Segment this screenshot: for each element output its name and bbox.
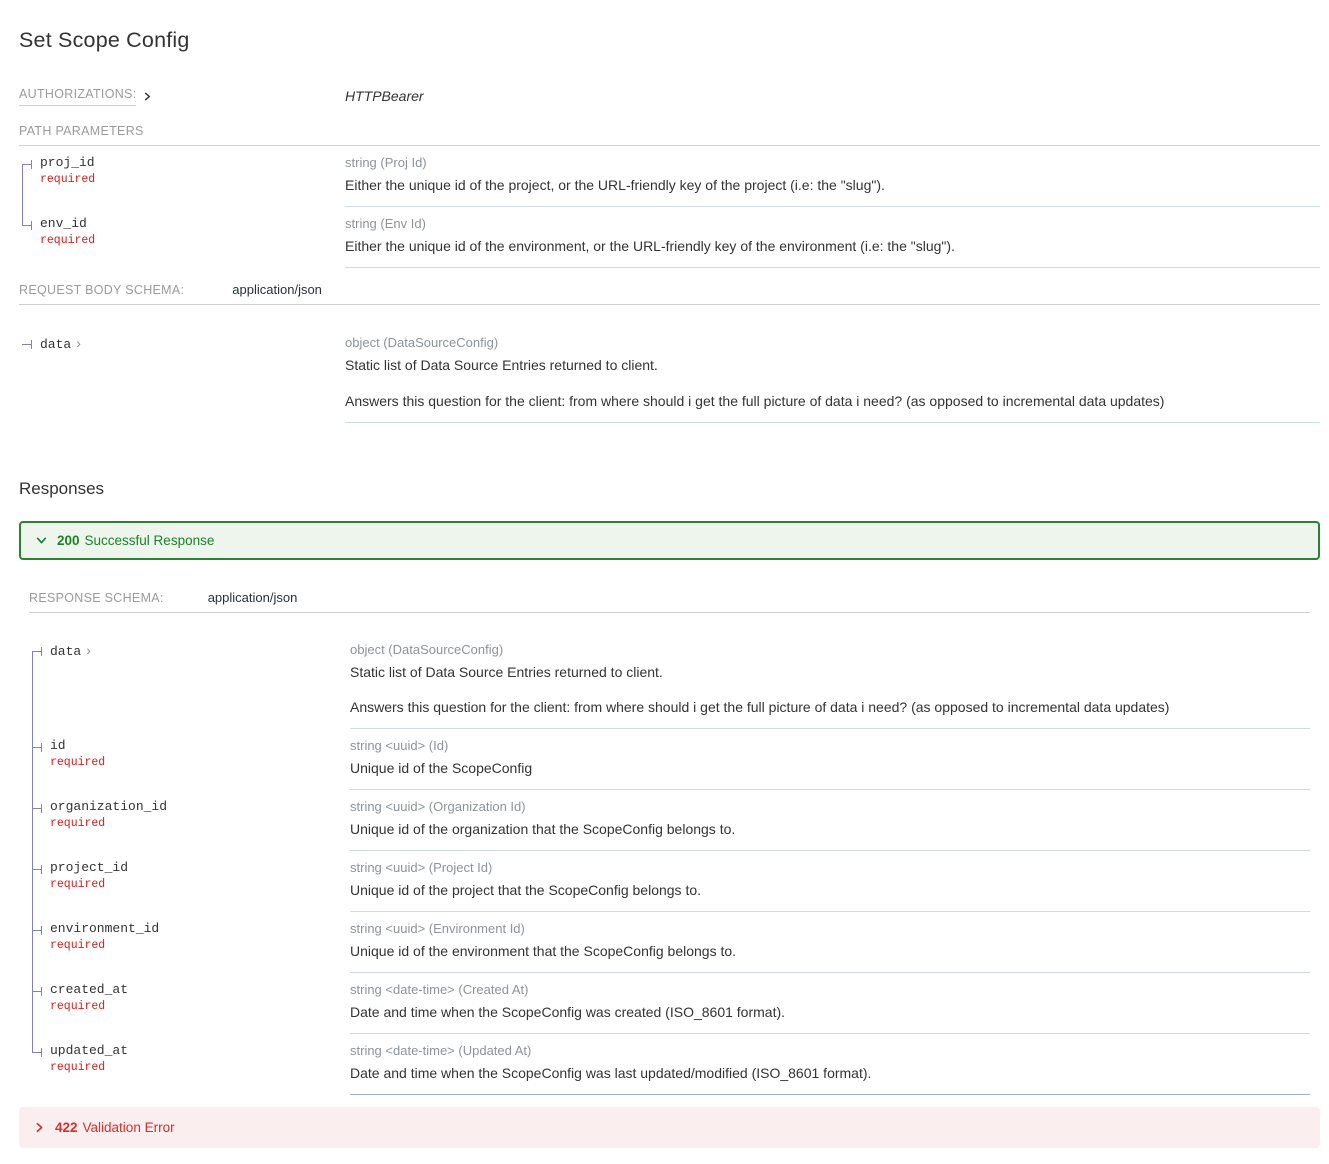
path-parameters-table: proj_id required string (Proj Id) Either… (19, 146, 1320, 268)
request-body-schema-header: REQUEST BODY SCHEMA: application/json (19, 282, 1320, 305)
param-row-env-id: env_id required string (Env Id) Either t… (19, 207, 1320, 268)
response-schema-header: RESPONSE SCHEMA: application/json (29, 590, 1310, 613)
tree-connector (22, 344, 32, 345)
chevron-down-icon (35, 534, 48, 547)
field-description: Static list of Data Source Entries retur… (345, 356, 1320, 375)
chevron-right-icon (33, 1121, 46, 1134)
required-badge: required (50, 817, 340, 830)
resp-row-project-id: project_id required string <uuid> (Proje… (29, 851, 1310, 912)
authorizations-row: AUTHORIZATIONS: HTTPBearer (19, 87, 1320, 106)
field-description: Static list of Data Source Entries retur… (350, 663, 1310, 682)
field-description: Either the unique id of the environment,… (345, 237, 1320, 256)
page-title: Set Scope Config (19, 28, 1320, 53)
response-label: Validation Error (83, 1120, 175, 1135)
field-type: string <date-time> (Created At) (350, 982, 1310, 997)
field-type: string (Env Id) (345, 216, 1320, 231)
required-badge: required (50, 756, 340, 769)
tree-connector (32, 651, 42, 652)
field-name: updated_at (50, 1043, 340, 1058)
chevron-right-icon[interactable] (142, 91, 153, 102)
field-description: Unique id of the organization that the S… (350, 820, 1310, 839)
tree-connector (32, 1052, 42, 1053)
field-type: string <uuid> (Project Id) (350, 860, 1310, 875)
field-type: string <uuid> (Organization Id) (350, 799, 1310, 814)
response-content-type: application/json (208, 590, 298, 605)
resp-row-updated-at: updated_at required string <date-time> (… (29, 1034, 1310, 1095)
response-code: 422 (55, 1120, 78, 1135)
required-badge: required (50, 1061, 340, 1074)
tree-connector (32, 930, 42, 931)
tree-connector (32, 808, 42, 809)
response-schema-table: data› object (DataSourceConfig) Static l… (29, 633, 1310, 1095)
response-422-panel[interactable]: 422 Validation Error (19, 1107, 1320, 1148)
field-name: organization_id (50, 799, 340, 814)
tree-connector (32, 747, 42, 748)
tree-connector (22, 164, 32, 165)
field-description: Date and time when the ScopeConfig was c… (350, 1003, 1310, 1022)
field-name-expandable[interactable]: data› (50, 642, 340, 659)
field-name: environment_id (50, 921, 340, 936)
auth-scheme-value: HTTPBearer (345, 87, 424, 104)
response-label: Successful Response (85, 533, 215, 548)
field-description: Unique id of the ScopeConfig (350, 759, 1310, 778)
body-row-data: data› object (DataSourceConfig) Static l… (19, 326, 1320, 423)
required-badge: required (50, 939, 340, 952)
tree-connector (22, 225, 32, 226)
field-name-expandable[interactable]: data› (40, 335, 335, 352)
resp-row-environment-id: environment_id required string <uuid> (E… (29, 912, 1310, 973)
field-name: id (50, 738, 340, 753)
field-type: string <date-time> (Updated At) (350, 1043, 1310, 1058)
tree-connector (32, 869, 42, 870)
path-parameters-label: PATH PARAMETERS (19, 124, 144, 138)
response-200-detail: RESPONSE SCHEMA: application/json data› … (29, 590, 1310, 1095)
responses-heading: Responses (19, 479, 1320, 499)
field-name: proj_id (40, 155, 335, 170)
field-name: env_id (40, 216, 335, 231)
expand-caret-icon[interactable]: › (86, 642, 91, 658)
api-doc-page: Set Scope Config AUTHORIZATIONS: HTTPBea… (0, 0, 1329, 1164)
field-type: object (DataSourceConfig) (350, 642, 1310, 657)
param-row-proj-id: proj_id required string (Proj Id) Either… (19, 146, 1320, 207)
field-name: project_id (50, 860, 340, 875)
resp-row-created-at: created_at required string <date-time> (… (29, 973, 1310, 1034)
required-badge: required (40, 234, 335, 247)
field-description: Answers this question for the client: fr… (345, 392, 1320, 411)
field-type: object (DataSourceConfig) (345, 335, 1320, 350)
request-content-type: application/json (232, 282, 322, 297)
request-body-table: data› object (DataSourceConfig) Static l… (19, 326, 1320, 423)
resp-row-organization-id: organization_id required string <uuid> (… (29, 790, 1310, 851)
field-type: string <uuid> (Id) (350, 738, 1310, 753)
resp-row-data: data› object (DataSourceConfig) Static l… (29, 633, 1310, 730)
tree-connector (32, 991, 42, 992)
response-200-panel[interactable]: 200 Successful Response (19, 521, 1320, 560)
authorizations-label[interactable]: AUTHORIZATIONS: (19, 87, 136, 106)
request-body-schema-label: REQUEST BODY SCHEMA: (19, 283, 184, 297)
response-code: 200 (57, 533, 80, 548)
field-type: string (Proj Id) (345, 155, 1320, 170)
resp-row-id: id required string <uuid> (Id) Unique id… (29, 729, 1310, 790)
field-type: string <uuid> (Environment Id) (350, 921, 1310, 936)
expand-caret-icon[interactable]: › (76, 335, 81, 351)
field-description: Either the unique id of the project, or … (345, 176, 1320, 195)
required-badge: required (40, 173, 335, 186)
required-badge: required (50, 878, 340, 891)
required-badge: required (50, 1000, 340, 1013)
field-description: Answers this question for the client: fr… (350, 698, 1310, 717)
field-description: Date and time when the ScopeConfig was l… (350, 1064, 1310, 1083)
field-description: Unique id of the environment that the Sc… (350, 942, 1310, 961)
field-description: Unique id of the project that the ScopeC… (350, 881, 1310, 900)
response-schema-label: RESPONSE SCHEMA: (29, 591, 164, 605)
path-parameters-header: PATH PARAMETERS (19, 124, 1320, 146)
field-name: created_at (50, 982, 340, 997)
